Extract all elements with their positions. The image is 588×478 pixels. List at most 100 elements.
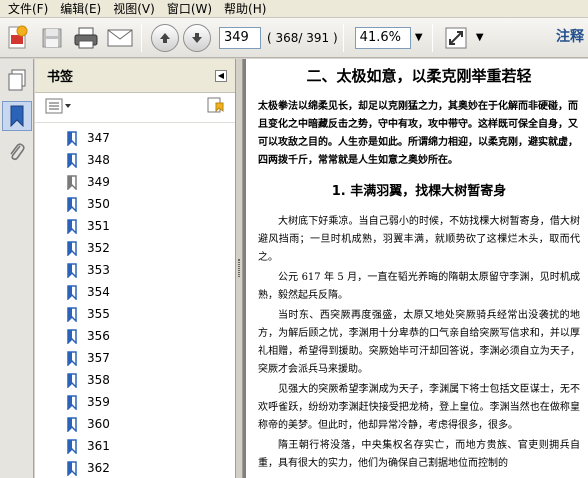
page-number-input[interactable] bbox=[219, 26, 261, 49]
comment-button[interactable]: 注释 bbox=[556, 26, 584, 46]
bookmark-item[interactable]: 351 bbox=[35, 215, 235, 237]
bookmark-item[interactable]: 348 bbox=[35, 149, 235, 171]
menu-edit[interactable]: 编辑(E) bbox=[54, 0, 107, 18]
bookmark-label: 353 bbox=[87, 263, 110, 277]
bookmark-icon bbox=[67, 372, 77, 388]
menu-file[interactable]: 文件(F) bbox=[2, 0, 54, 18]
options-menu-button[interactable] bbox=[45, 98, 73, 117]
bookmark-label: 357 bbox=[87, 351, 110, 365]
fit-page-button[interactable] bbox=[440, 22, 472, 54]
bookmark-item[interactable]: 360 bbox=[35, 413, 235, 435]
collapse-panel-button[interactable]: ◀ bbox=[215, 69, 227, 82]
chapter-intro: 太极拳法以绵柔见长，却足以克刚猛之力，其奥妙在于化解而非硬碰，而且变化之中暗藏反… bbox=[258, 101, 578, 166]
bookmark-icon bbox=[10, 105, 24, 127]
panel-title: 书签 bbox=[47, 70, 74, 85]
menu-view[interactable]: 视图(V) bbox=[107, 0, 161, 18]
pages-icon bbox=[8, 69, 26, 91]
bookmark-icon bbox=[67, 218, 77, 234]
section-title: 1. 丰满羽翼，找棵大树暂寄身 bbox=[331, 184, 507, 199]
bookmark-label: 350 bbox=[87, 197, 110, 211]
bookmark-item[interactable]: 353 bbox=[35, 259, 235, 281]
bookmark-item[interactable]: 354 bbox=[35, 281, 235, 303]
chevron-down-icon: ▼ bbox=[414, 32, 423, 43]
create-pdf-button[interactable] bbox=[2, 22, 34, 54]
bookmark-label: 362 bbox=[87, 461, 110, 475]
pages-tab[interactable] bbox=[2, 65, 32, 95]
navigation-rail bbox=[0, 59, 34, 478]
paragraph: 大树底下好乘凉。当自己弱小的时候，不妨找棵大树暂寄身，借大树避风挡雨；一旦时机成… bbox=[258, 216, 580, 263]
paperclip-icon bbox=[10, 143, 25, 161]
toolbar-separator bbox=[431, 23, 433, 52]
paragraph: 当时东、西突厥再度强盛，太原又地处突厥骑兵经常出没袭扰的地方，为解后顾之忧，李渊… bbox=[258, 310, 580, 375]
bookmark-label: 351 bbox=[87, 219, 110, 233]
toolbar-separator bbox=[141, 23, 142, 52]
bookmark-label: 358 bbox=[87, 373, 110, 387]
bookmarks-tab[interactable] bbox=[2, 101, 32, 131]
zoom-value: 41.6% bbox=[359, 30, 401, 45]
bookmark-list: 347 348 349 350 351 352 353 354 355 356 357 358 359 3… bbox=[35, 127, 235, 478]
bookmark-label: 349 bbox=[87, 175, 110, 189]
bookmark-icon bbox=[67, 174, 77, 190]
create-pdf-icon bbox=[8, 25, 28, 48]
attachments-tab[interactable] bbox=[2, 137, 32, 167]
bookmark-item[interactable]: 361 bbox=[35, 435, 235, 457]
bookmark-item[interactable]: 350 bbox=[35, 193, 235, 215]
paragraph: 隋王朝行将没落，中央集权名存实亡，而地方贵族、官吏则拥兵自重，具有很大的实力，他… bbox=[258, 440, 580, 469]
page-count: ( 368/ 391 ) bbox=[267, 30, 338, 45]
splitter-grip[interactable] bbox=[238, 259, 240, 277]
bookmark-item[interactable]: 356 bbox=[35, 325, 235, 347]
previous-page-button[interactable] bbox=[151, 23, 179, 52]
bookmark-label: 354 bbox=[87, 285, 110, 299]
bookmark-label: 360 bbox=[87, 417, 110, 431]
paragraph: 见强大的突厥希望李渊成为天子，李渊属下将士包括文臣谋士，无不欢呼雀跃，纷纷劝李渊… bbox=[258, 384, 580, 431]
chevron-left-icon: ◀ bbox=[217, 71, 225, 80]
panel-splitter[interactable] bbox=[235, 59, 243, 478]
bookmark-icon bbox=[67, 394, 77, 410]
bookmark-item[interactable]: 349 bbox=[35, 171, 235, 193]
bookmark-label: 352 bbox=[87, 241, 110, 255]
bookmark-item[interactable]: 352 bbox=[35, 237, 235, 259]
bookmark-icon bbox=[67, 416, 77, 432]
document-page: 二、太极如意，以柔克刚举重若轻 太极拳法以绵柔见长，却足以克刚猛之力，其奥妙在于… bbox=[246, 59, 588, 478]
bookmark-item[interactable]: 357 bbox=[35, 347, 235, 369]
bookmark-item[interactable]: 355 bbox=[35, 303, 235, 325]
paragraph: 公元 617 年 5 月，一直在韬光养晦的隋朝太原留守李渊，见时机成熟，毅然起兵… bbox=[258, 272, 580, 301]
toolbar-separator bbox=[342, 23, 344, 52]
zoom-field[interactable]: 41.6% bbox=[354, 26, 411, 49]
bookmark-item[interactable]: 347 bbox=[35, 127, 235, 149]
bookmark-icon bbox=[67, 284, 77, 300]
bookmark-icon bbox=[67, 350, 77, 366]
bookmark-icon bbox=[67, 130, 77, 146]
bookmark-icon bbox=[67, 152, 77, 168]
arrow-up-icon bbox=[160, 32, 170, 43]
bookmark-label: 347 bbox=[87, 131, 110, 145]
document-area: 二、太极如意，以柔克刚举重若轻 太极拳法以绵柔见长，却足以克刚猛之力，其奥妙在于… bbox=[243, 59, 588, 478]
bookmark-icon bbox=[67, 306, 77, 322]
bookmark-icon bbox=[67, 262, 77, 278]
chapter-title: 二、太极如意，以柔克刚举重若轻 bbox=[306, 67, 532, 85]
bookmark-item[interactable]: 359 bbox=[35, 391, 235, 413]
bookmark-label: 348 bbox=[87, 153, 110, 167]
bookmark-item[interactable]: 358 bbox=[35, 369, 235, 391]
bookmark-icon bbox=[67, 328, 77, 344]
menu-window[interactable]: 窗口(W) bbox=[161, 0, 218, 18]
bookmark-icon bbox=[67, 460, 77, 476]
bookmark-search-icon bbox=[207, 97, 224, 113]
menu-help[interactable]: 帮助(H) bbox=[218, 0, 272, 18]
arrow-down-icon bbox=[192, 32, 202, 43]
next-page-button[interactable] bbox=[183, 23, 211, 52]
envelope-icon bbox=[107, 29, 133, 46]
print-button[interactable] bbox=[70, 22, 102, 54]
zoom-dropdown-button[interactable]: ▼ bbox=[411, 27, 427, 49]
email-button[interactable] bbox=[104, 22, 136, 54]
fit-dropdown-button[interactable]: ▼ bbox=[472, 27, 488, 49]
save-button[interactable] bbox=[36, 22, 68, 54]
bookmark-icon bbox=[67, 438, 77, 454]
bookmark-label: 361 bbox=[87, 439, 110, 453]
bookmark-label: 359 bbox=[87, 395, 110, 409]
panel-toolbar bbox=[35, 93, 235, 123]
bookmarks-panel: 书签 ◀ 347 348 349 350 351 352 353 354 355 356 357 35… bbox=[35, 59, 235, 478]
bookmark-item[interactable]: 362 bbox=[35, 457, 235, 478]
panel-header: 书签 ◀ bbox=[35, 59, 235, 93]
expand-bookmark-button[interactable] bbox=[207, 97, 225, 118]
